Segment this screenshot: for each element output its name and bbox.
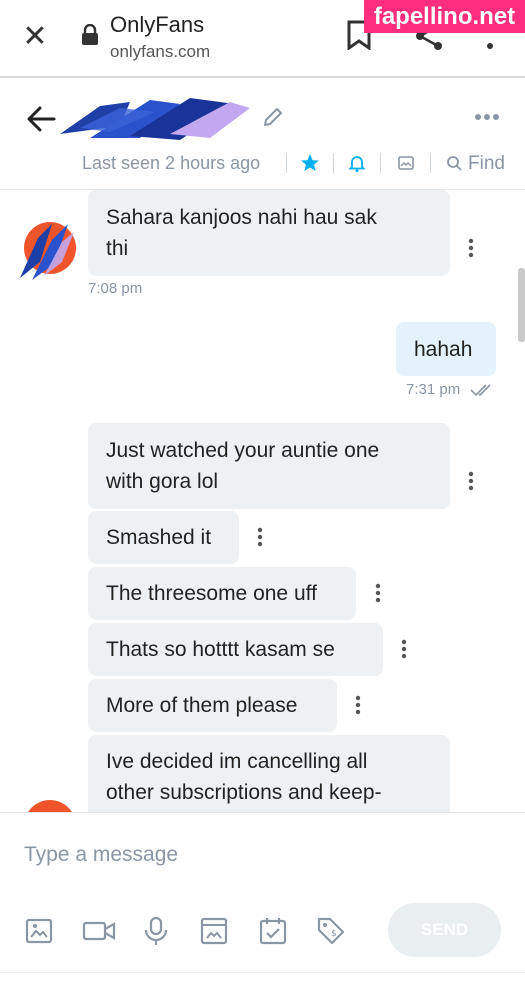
bell-icon[interactable] <box>347 153 367 173</box>
message-options-icon[interactable] <box>401 639 407 659</box>
edit-name-icon[interactable] <box>262 106 284 128</box>
message-bubble-incoming[interactable]: More of them please <box>88 679 337 732</box>
scrollbar-thumb[interactable] <box>518 268 525 342</box>
message-bubble-incoming[interactable]: Thats so hotttt kasam se <box>88 623 383 676</box>
lock-icon <box>82 24 98 45</box>
video-icon[interactable] <box>82 916 116 946</box>
system-nav-bar <box>0 972 525 1000</box>
message-text: thi <box>106 237 129 260</box>
message-text: other subscriptions and keep- <box>106 781 382 804</box>
star-icon[interactable] <box>300 153 320 173</box>
watermark: fapellino.net <box>364 0 525 33</box>
message-options-icon[interactable] <box>468 471 474 491</box>
message-composer: $ SEND <box>0 812 525 972</box>
name-redaction <box>60 98 250 140</box>
add-image-icon[interactable] <box>24 916 54 946</box>
read-checkmarks-icon <box>470 384 491 397</box>
message-options-icon[interactable] <box>257 527 263 547</box>
last-seen-status: Last seen 2 hours ago <box>82 153 261 173</box>
message-bubble-incoming[interactable]: Smashed it <box>88 511 239 564</box>
microphone-icon[interactable] <box>141 916 171 946</box>
divider <box>333 153 334 173</box>
browser-toolbar: ✕ OnlyFans onlyfans.com fapellino.net <box>0 0 525 78</box>
message-text: hahah <box>414 338 473 361</box>
svg-text:$: $ <box>331 929 337 939</box>
send-button[interactable]: SEND <box>388 903 501 957</box>
message-bubble-incoming[interactable]: Just watched your auntie one with gora l… <box>88 423 450 509</box>
message-time: 7:08 pm <box>88 280 143 297</box>
message-text: Ive decided im cancelling all <box>106 750 368 773</box>
site-title: OnlyFans <box>110 12 205 37</box>
contact-avatar[interactable] <box>18 218 78 284</box>
message-text: Thats so hotttt kasam se <box>106 638 335 661</box>
more-horizontal-icon[interactable] <box>474 112 500 122</box>
divider <box>286 153 287 173</box>
message-time: 7:31 pm <box>406 381 461 398</box>
close-tab-icon[interactable]: ✕ <box>20 22 50 52</box>
image-icon[interactable] <box>396 153 416 173</box>
message-bubble-incoming[interactable]: The threesome one uff <box>88 567 356 620</box>
message-bubble-incoming[interactable]: Sahara kanjoos nahi hau sak thi <box>88 190 450 276</box>
search-icon[interactable] <box>444 153 464 173</box>
vault-icon[interactable] <box>199 916 229 946</box>
site-domain[interactable]: onlyfans.com <box>110 42 210 62</box>
message-text: with gora lol <box>106 470 219 493</box>
price-tag-icon[interactable]: $ <box>316 916 346 946</box>
chat-header: A Last seen 2 hours ago Find <box>0 80 525 190</box>
divider <box>430 153 431 173</box>
divider <box>380 153 381 173</box>
message-options-icon[interactable] <box>375 583 381 603</box>
message-text: Sahara kanjoos nahi hau sak <box>106 206 377 229</box>
message-options-icon[interactable] <box>355 695 361 715</box>
message-text: More of them please <box>106 694 298 717</box>
message-text: Smashed it <box>106 526 212 549</box>
message-options-icon[interactable] <box>468 238 474 258</box>
message-text: Just watched your auntie one <box>106 439 380 462</box>
find-button[interactable]: Find <box>468 153 505 175</box>
message-input[interactable] <box>24 839 494 871</box>
back-arrow-icon[interactable] <box>24 102 58 136</box>
message-bubble-outgoing[interactable]: hahah <box>396 322 496 376</box>
calendar-icon[interactable] <box>258 916 288 946</box>
message-text: The threesome one uff <box>106 582 317 605</box>
